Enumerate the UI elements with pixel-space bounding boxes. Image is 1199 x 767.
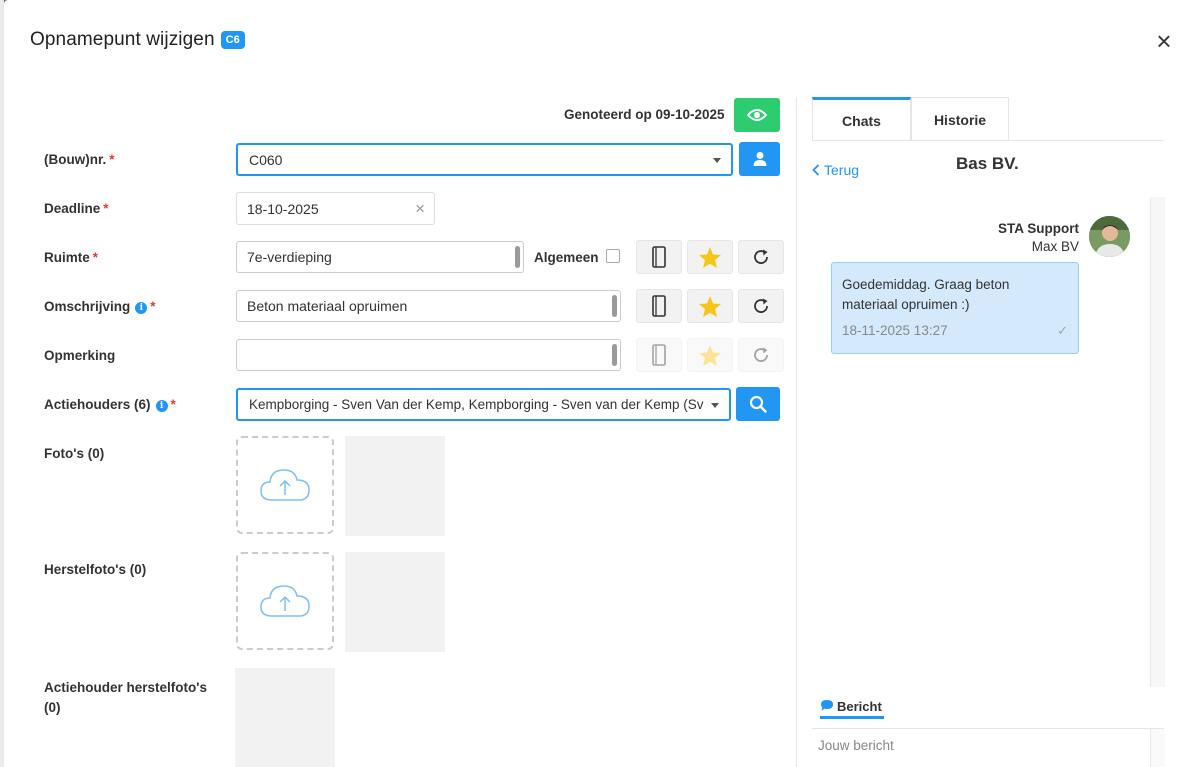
fotos-upload[interactable] <box>236 436 334 534</box>
noted-date: Genoteerd op 09-10-2025 <box>564 107 725 122</box>
message-input[interactable]: Jouw bericht <box>818 738 894 753</box>
message-text: Goedemiddag. Graag beton materiaal oprui… <box>842 277 1010 312</box>
compose-scrollbar[interactable] <box>1150 729 1165 767</box>
deadline-label: Deadline * <box>44 201 109 216</box>
herstelfotos-label: Herstelfoto's (0) <box>44 562 147 577</box>
required-marker: * <box>170 397 176 412</box>
textarea-scrollbar[interactable] <box>515 246 520 268</box>
omschrijving-reset-button[interactable] <box>738 289 784 323</box>
required-marker: * <box>103 201 109 216</box>
book-icon <box>652 246 666 268</box>
chat-title: Bas BV. <box>956 154 1019 173</box>
ruimte-input[interactable]: 7e-verdieping <box>236 241 524 273</box>
required-marker: * <box>150 299 156 314</box>
reload-icon <box>754 298 768 313</box>
deadline-field[interactable]: 18-10-2025 × <box>236 192 435 225</box>
fotos-label: Foto's (0) <box>44 446 105 461</box>
message-sender: STA Support Max BV <box>998 221 1079 254</box>
star-icon <box>699 246 721 268</box>
sender-name: STA Support <box>998 221 1079 236</box>
star-icon <box>699 344 721 366</box>
chat-icon <box>821 700 833 711</box>
required-marker: * <box>92 250 99 265</box>
opmerking-library-button[interactable] <box>636 338 682 372</box>
bouwnr-select[interactable]: C060 <box>236 143 733 176</box>
actiehouders-label: Actiehouders (6) i * <box>44 397 176 412</box>
algemeen-label: Algemeen <box>534 250 599 265</box>
point-code-badge: C6 <box>220 31 245 49</box>
actiehouders-select[interactable]: Kempborging - Sven Van der Kemp, Kempbor… <box>236 388 731 421</box>
sender-company: Max BV <box>1031 239 1079 254</box>
required-marker: * <box>109 152 115 167</box>
message-timestamp: 18-11-2025 13:27 <box>842 323 948 338</box>
cloud-upload-icon <box>260 585 310 617</box>
chat-message-bubble: Goedemiddag. Graag beton materiaal oprui… <box>831 262 1079 354</box>
book-icon <box>652 295 666 317</box>
back-link[interactable]: Terug <box>812 162 859 178</box>
bouwnr-label: (Bouw)nr. * <box>44 152 115 167</box>
avatar <box>1089 216 1130 257</box>
algemeen-checkbox[interactable] <box>606 249 620 263</box>
opmerking-reset-button[interactable] <box>738 338 784 372</box>
opmerking-label: Opmerking <box>44 348 116 363</box>
book-icon <box>652 344 666 366</box>
ruimte-library-button[interactable] <box>636 240 682 274</box>
modal-title-text: Opnamepunt wijzigen <box>30 29 215 50</box>
tab-historie[interactable]: Historie <box>911 97 1009 141</box>
photo-placeholder <box>345 552 445 652</box>
textarea-scrollbar[interactable] <box>612 295 617 317</box>
photo-placeholder <box>345 436 445 536</box>
compose-tab-underline <box>820 716 884 719</box>
opmerking-input[interactable] <box>236 339 621 371</box>
chevron-left-icon <box>812 164 820 176</box>
ruimte-favorite-button[interactable] <box>687 240 733 274</box>
textarea-scrollbar[interactable] <box>612 344 617 366</box>
reload-icon <box>754 347 768 362</box>
info-icon[interactable]: i <box>155 400 168 412</box>
chat-scrollbar[interactable] <box>1150 197 1165 687</box>
compose-tab[interactable]: Bericht <box>820 699 882 714</box>
ruimte-reset-button[interactable] <box>738 240 784 274</box>
eye-icon <box>747 109 767 121</box>
compose-divider <box>812 728 1164 729</box>
ruimte-label: Ruimte * <box>44 250 99 265</box>
view-button[interactable] <box>734 98 780 132</box>
check-icon: ✓ <box>1057 323 1068 338</box>
star-icon <box>699 295 721 317</box>
photo-placeholder <box>235 668 335 767</box>
search-actiehouders-button[interactable] <box>736 387 780 421</box>
user-icon <box>753 152 766 166</box>
reload-icon <box>754 249 768 264</box>
cloud-upload-icon <box>260 469 310 501</box>
select-user-button[interactable] <box>739 142 780 176</box>
herstelfotos-upload[interactable] <box>236 552 334 650</box>
chevron-down-icon <box>711 402 719 408</box>
omschrijving-library-button[interactable] <box>636 289 682 323</box>
actiehouder-herstelfotos-label: Actiehouder herstelfoto's (0) <box>44 680 207 715</box>
opmerking-favorite-button[interactable] <box>687 338 733 372</box>
close-icon[interactable]: × <box>1154 28 1174 54</box>
search-icon <box>749 395 767 413</box>
tabs-divider <box>812 140 1164 141</box>
modal-title: Opnamepunt wijzigen C6 <box>30 29 245 51</box>
edit-point-modal: Opnamepunt wijzigen C6 × Genoteerd op 09-… <box>4 0 1199 767</box>
omschrijving-label: Omschrijving i * <box>44 299 156 314</box>
clear-date-icon[interactable]: × <box>415 199 425 219</box>
omschrijving-input[interactable]: Beton materiaal opruimen <box>236 290 621 322</box>
omschrijving-favorite-button[interactable] <box>687 289 733 323</box>
chevron-down-icon <box>713 157 721 163</box>
info-icon[interactable]: i <box>135 302 148 314</box>
tab-chats[interactable]: Chats <box>812 97 911 141</box>
